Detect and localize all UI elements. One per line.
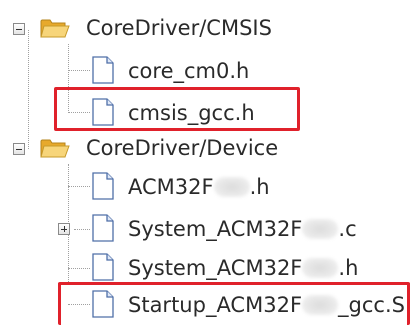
file-label-suffix: .h <box>249 175 270 199</box>
redacted-mark <box>302 219 339 239</box>
file-icon <box>92 214 114 242</box>
tree-item-file[interactable]: System_ACM32F .c <box>0 210 411 248</box>
tree-group-device[interactable]: CoreDriver/Device <box>0 128 411 166</box>
file-label: ACM32F .h <box>128 174 270 200</box>
file-label: System_ACM32F .h <box>128 255 358 281</box>
project-file-tree: CoreDriver/CMSIS core_cm0.h cmsis_gcc.h … <box>0 0 411 325</box>
file-label: core_cm0.h <box>128 59 250 83</box>
group-label: CoreDriver/Device <box>86 136 279 160</box>
highlight-box <box>54 87 300 131</box>
tree-group-cmsis[interactable]: CoreDriver/CMSIS <box>0 8 411 46</box>
folder-open-icon <box>40 139 70 158</box>
redacted-mark <box>213 177 250 197</box>
file-label-suffix: .c <box>338 217 357 241</box>
highlight-box <box>58 282 410 325</box>
collapse-icon[interactable] <box>13 143 25 155</box>
file-icon <box>92 172 114 200</box>
tree-item-file[interactable]: ACM32F .h <box>0 168 411 206</box>
file-icon <box>92 253 114 281</box>
expand-icon[interactable] <box>58 223 70 235</box>
file-label-prefix: System_ACM32F <box>128 256 303 280</box>
group-label: CoreDriver/CMSIS <box>86 16 272 40</box>
file-icon <box>92 56 114 84</box>
redacted-mark <box>302 258 339 278</box>
file-label-prefix: ACM32F <box>128 175 214 199</box>
collapse-icon[interactable] <box>13 23 25 35</box>
folder-open-icon <box>40 19 70 38</box>
file-label: System_ACM32F .c <box>128 216 357 242</box>
tree-item-file[interactable]: core_cm0.h <box>0 51 411 89</box>
file-label-prefix: System_ACM32F <box>128 217 303 241</box>
file-label-suffix: .h <box>338 256 359 280</box>
